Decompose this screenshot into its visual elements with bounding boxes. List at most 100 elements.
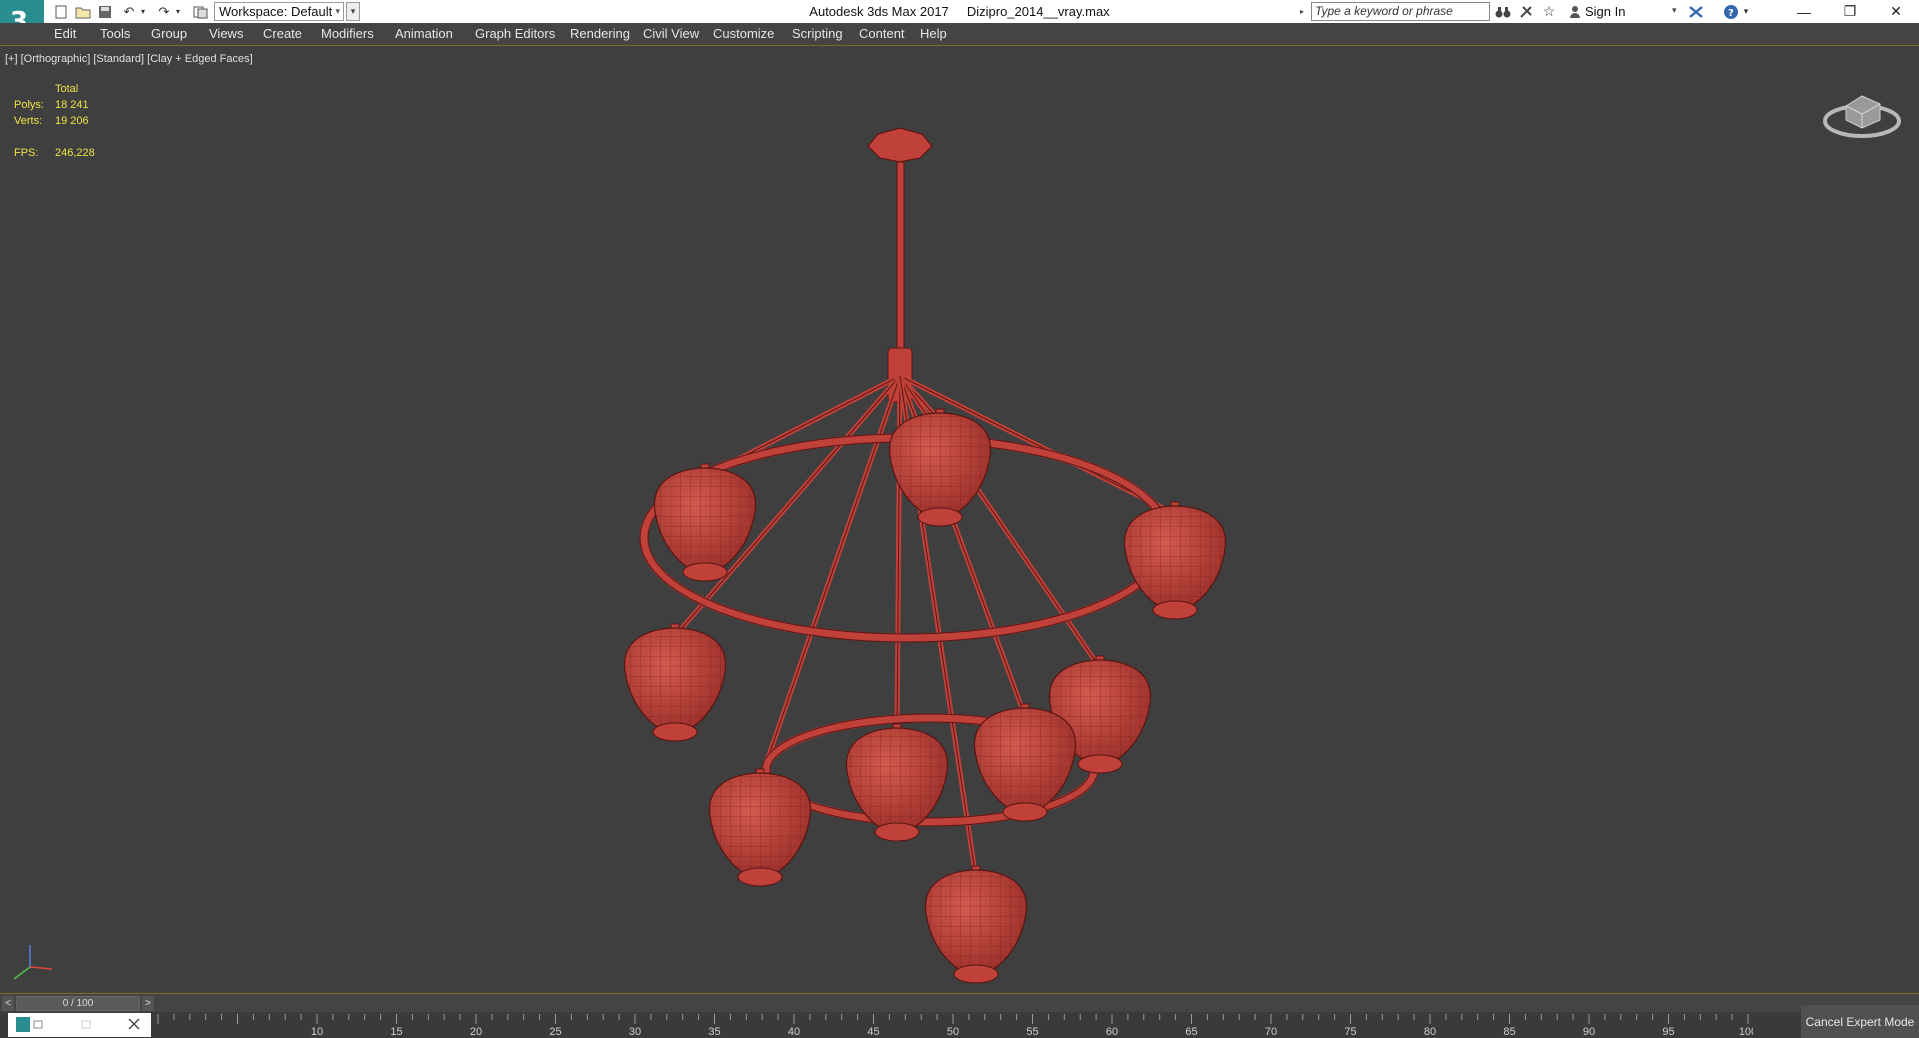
time-slider-prev-button[interactable]: < [2, 996, 14, 1011]
lamp-rim [917, 507, 963, 527]
chandelier-model[interactable] [600, 76, 1300, 996]
stats-fps-label: FPS: [14, 147, 39, 159]
redo-dropdown-icon[interactable]: ▾ [173, 3, 183, 20]
favorites-star-icon[interactable]: ☆ [1539, 2, 1559, 21]
stem [896, 161, 905, 353]
menu-group[interactable]: Group [151, 26, 187, 41]
menu-edit[interactable]: Edit [54, 26, 76, 41]
ruler-tick-label: 75 [1344, 1026, 1356, 1038]
ruler-tick-label: 80 [1424, 1026, 1436, 1038]
workspace-dropdown[interactable]: Workspace: Default ▾ [214, 2, 344, 21]
lamp-shade-wireframe [624, 628, 726, 734]
menu-customize[interactable]: Customize [713, 26, 774, 41]
lamp-rim [737, 867, 783, 887]
help-dropdown-icon[interactable]: ▾ [1740, 2, 1752, 21]
chevron-down-icon[interactable]: ▾ [1672, 5, 1677, 16]
svg-text:?: ? [1728, 8, 1734, 19]
sign-in-label: Sign In [1585, 4, 1626, 19]
ruler-tick-label: 20 [470, 1026, 482, 1038]
ruler-tick-label: 60 [1106, 1026, 1118, 1038]
lamp-rim [1077, 754, 1123, 774]
ruler-tick-label: 95 [1662, 1026, 1674, 1038]
close-small-icon [128, 1018, 140, 1030]
ruler-tick-label: 15 [390, 1026, 402, 1038]
ruler-tick-label: 90 [1583, 1026, 1595, 1038]
viewport-label[interactable]: [+] [Orthographic] [Standard] [Clay + Ed… [5, 53, 253, 65]
search-expand-icon[interactable]: ▸ [1300, 3, 1310, 20]
ruler-tick-label: 40 [788, 1026, 800, 1038]
ruler-tick-label: 85 [1503, 1026, 1515, 1038]
search-input[interactable]: Type a keyword or phrase [1311, 2, 1490, 21]
frame-ruler[interactable]: 10 15 20 25 30 35 40 45 50 55 60 65 70 75 80 85 90 95 100 [153, 1012, 1753, 1038]
restore-icon[interactable]: ❐ [1827, 0, 1873, 23]
lamp-rim [1152, 600, 1198, 620]
time-slider-next-button[interactable]: > [142, 996, 154, 1011]
axis-tripod-icon [8, 939, 56, 985]
app-name: Autodesk 3ds Max 2017 [809, 4, 949, 19]
menu-modifiers[interactable]: Modifiers [321, 26, 374, 41]
viewport[interactable]: [+] [Orthographic] [Standard] [Clay + Ed… [0, 46, 1919, 992]
menu-civil-view[interactable]: Civil View [643, 26, 699, 41]
new-file-icon[interactable] [52, 3, 70, 20]
ruler-tick-label: 30 [629, 1026, 641, 1038]
cancel-expert-mode-button[interactable]: Cancel Expert Mode [1801, 1005, 1919, 1038]
menu-tools[interactable]: Tools [100, 26, 130, 41]
ruler-tick-label: 45 [867, 1026, 879, 1038]
menu-views[interactable]: Views [209, 26, 243, 41]
workspace-dropdown-label: Workspace: Default [219, 4, 333, 19]
menu-bar: Edit Tools Group Views Create Modifiers … [0, 23, 1919, 46]
stats-fps-value: 246,228 [55, 147, 95, 159]
lamp-rim [652, 722, 698, 742]
restore-small-icon [33, 1020, 43, 1029]
binoculars-icon[interactable] [1493, 2, 1513, 21]
ruler-tick-label: 35 [708, 1026, 720, 1038]
chandelier-geometry [624, 127, 1226, 984]
maximize-small-icon [81, 1020, 91, 1029]
save-icon[interactable] [96, 3, 114, 20]
ruler-tick-label: 50 [947, 1026, 959, 1038]
exchange-apps-icon[interactable] [1686, 2, 1706, 21]
viewcube-icon[interactable] [1822, 76, 1902, 146]
app-small-icon [16, 1017, 30, 1032]
help-icon[interactable]: ? [1721, 2, 1741, 21]
open-file-icon[interactable] [74, 3, 92, 20]
lamp-shade-wireframe [709, 773, 811, 879]
ruler-tick-label: 100 [1739, 1026, 1753, 1038]
lamp-rim [1002, 802, 1048, 822]
ruler-tick-label: 25 [549, 1026, 561, 1038]
stats-verts-label: Verts: [14, 115, 43, 127]
menu-scripting[interactable]: Scripting [792, 26, 843, 41]
menu-graph-editors[interactable]: Graph Editors [475, 26, 555, 41]
lamp-shade-wireframe [889, 413, 991, 519]
menu-create[interactable]: Create [263, 26, 302, 41]
undo-icon[interactable]: ↶ [120, 3, 138, 20]
chevron-down-icon: ▾ [335, 6, 340, 16]
project-folder-icon[interactable] [192, 3, 210, 20]
lamp-rim [682, 562, 728, 582]
title-bar: 3 ↶ ▾ ↷ ▾ Workspace: Default ▾ ▾ Autodes… [0, 0, 1919, 46]
script-listener-box[interactable] [8, 1013, 151, 1037]
ruler-tick-label: 70 [1265, 1026, 1277, 1038]
lamp-shade-wireframe [1124, 506, 1226, 612]
menu-rendering[interactable]: Rendering [570, 26, 630, 41]
redo-icon[interactable]: ↷ [155, 3, 173, 20]
sign-in-button[interactable]: Sign In [1569, 4, 1625, 19]
user-icon [1570, 5, 1580, 18]
close-icon[interactable]: ✕ [1873, 0, 1919, 23]
lamp-shade-wireframe [925, 870, 1027, 976]
stats-polys-value: 18 241 [55, 99, 89, 111]
stats-polys-label: Polys: [14, 99, 44, 111]
quick-access-customize-button[interactable]: ▾ [346, 2, 360, 21]
subscription-center-icon[interactable] [1516, 2, 1536, 21]
menu-content[interactable]: Content [859, 26, 905, 41]
time-slider-thumb[interactable]: 0 / 100 [16, 996, 140, 1011]
menu-animation[interactable]: Animation [395, 26, 453, 41]
undo-dropdown-icon[interactable]: ▾ [138, 3, 148, 20]
lamp-rim [953, 964, 999, 984]
file-name: Dizipro_2014__vray.max [966, 4, 1110, 19]
ruler-tick-label: 55 [1026, 1026, 1038, 1038]
menu-help[interactable]: Help [920, 26, 947, 41]
minimize-icon[interactable]: — [1781, 0, 1827, 23]
time-slider[interactable]: < 0 / 100 > [0, 993, 1919, 1012]
stats-total-label: Total [55, 83, 79, 95]
